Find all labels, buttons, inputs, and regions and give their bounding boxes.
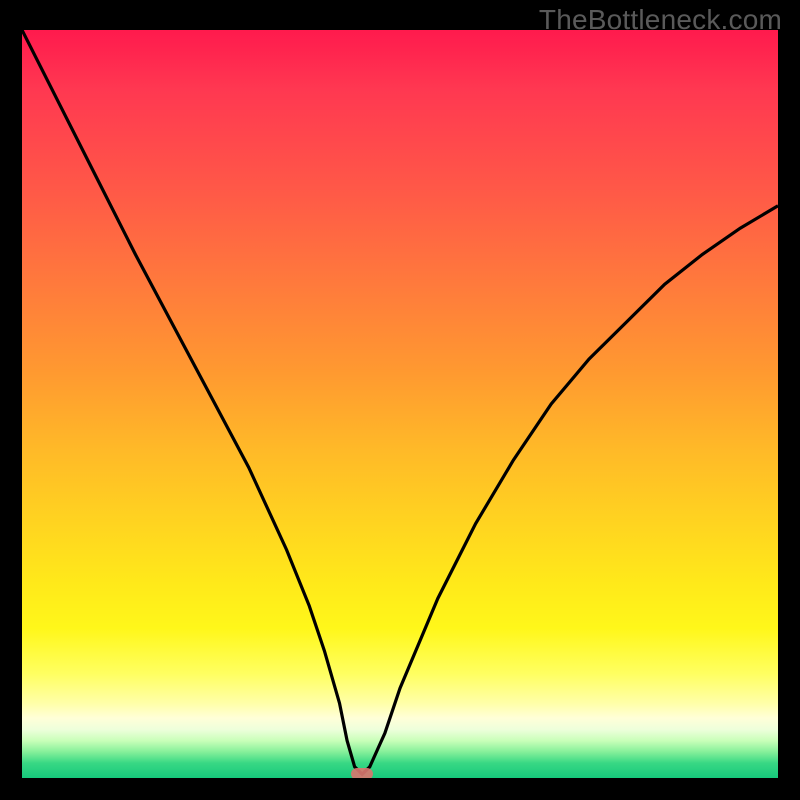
chart-container: TheBottleneck.com [0, 0, 800, 800]
minimum-marker [351, 768, 373, 778]
bottleneck-curve [22, 30, 778, 778]
watermark-text: TheBottleneck.com [539, 4, 782, 36]
plot-area [22, 30, 778, 778]
curve-path [22, 30, 778, 774]
